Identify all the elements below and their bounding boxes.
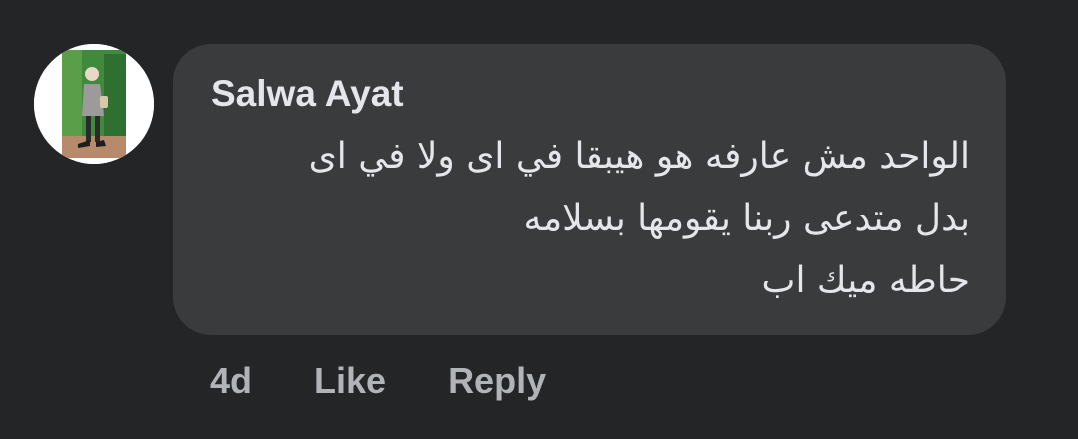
comment-text-line: بدل متدعى ربنا يقومها بسلامه (523, 198, 970, 239)
comment-text: الواحد مش عارفه هو هيبقا في اى ولا في اى… (210, 126, 970, 312)
like-button[interactable]: Like (314, 360, 386, 402)
avatar[interactable] (34, 44, 154, 164)
comment-timestamp[interactable]: 4d (210, 360, 252, 402)
comment-text-line: حاطه ميك اب (761, 260, 970, 301)
comment: Salwa Ayat الواحد مش عارفه هو هيبقا في ا… (0, 0, 1078, 439)
comment-bubble: Salwa Ayat الواحد مش عارفه هو هيبقا في ا… (173, 44, 1006, 335)
comment-author[interactable]: Salwa Ayat (211, 72, 404, 116)
profile-photo-icon (34, 44, 154, 164)
comment-actions: 4d Like Reply (210, 358, 546, 404)
comment-text-line: الواحد مش عارفه هو هيبقا في اى ولا في اى (308, 136, 970, 177)
reply-button[interactable]: Reply (448, 360, 546, 402)
